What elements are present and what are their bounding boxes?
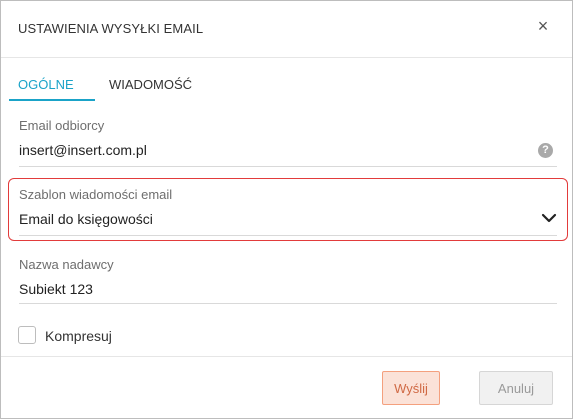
cancel-button[interactable]: Anuluj xyxy=(479,371,553,405)
recipient-email-field[interactable]: Email odbiorcy insert@insert.com.pl ? xyxy=(19,118,557,168)
template-label: Szablon wiadomości email xyxy=(19,187,173,202)
template-value[interactable]: Email do księgowości xyxy=(19,211,557,227)
template-select[interactable]: Szablon wiadomości email Email do księgo… xyxy=(19,187,557,237)
field-underline xyxy=(19,303,557,304)
sender-name-label: Nazwa nadawcy xyxy=(19,257,114,272)
recipient-email-label: Email odbiorcy xyxy=(19,118,105,133)
dialog-header: USTAWIENIA WYSYŁKI EMAIL × xyxy=(1,1,572,58)
field-underline xyxy=(19,235,557,236)
tab-general[interactable]: OGÓLNE xyxy=(18,66,74,100)
compress-label: Kompresuj xyxy=(45,328,112,344)
sender-name-field[interactable]: Nazwa nadawcy Subiekt 123 xyxy=(19,257,557,307)
dialog-title: USTAWIENIA WYSYŁKI EMAIL xyxy=(18,21,204,36)
active-tab-indicator xyxy=(9,99,95,101)
email-settings-dialog: USTAWIENIA WYSYŁKI EMAIL × OGÓLNE WIADOM… xyxy=(0,0,573,419)
recipient-email-value[interactable]: insert@insert.com.pl xyxy=(19,142,557,158)
tab-message[interactable]: WIADOMOŚĆ xyxy=(109,66,192,100)
field-underline xyxy=(19,166,557,167)
send-button[interactable]: Wyślij xyxy=(382,371,440,405)
sender-name-value[interactable]: Subiekt 123 xyxy=(19,281,557,297)
help-icon[interactable]: ? xyxy=(538,143,553,158)
compress-checkbox[interactable] xyxy=(18,326,36,344)
close-icon[interactable]: × xyxy=(532,15,554,37)
chevron-down-icon[interactable] xyxy=(541,211,557,225)
dialog-footer: Wyślij Anuluj xyxy=(1,356,572,419)
